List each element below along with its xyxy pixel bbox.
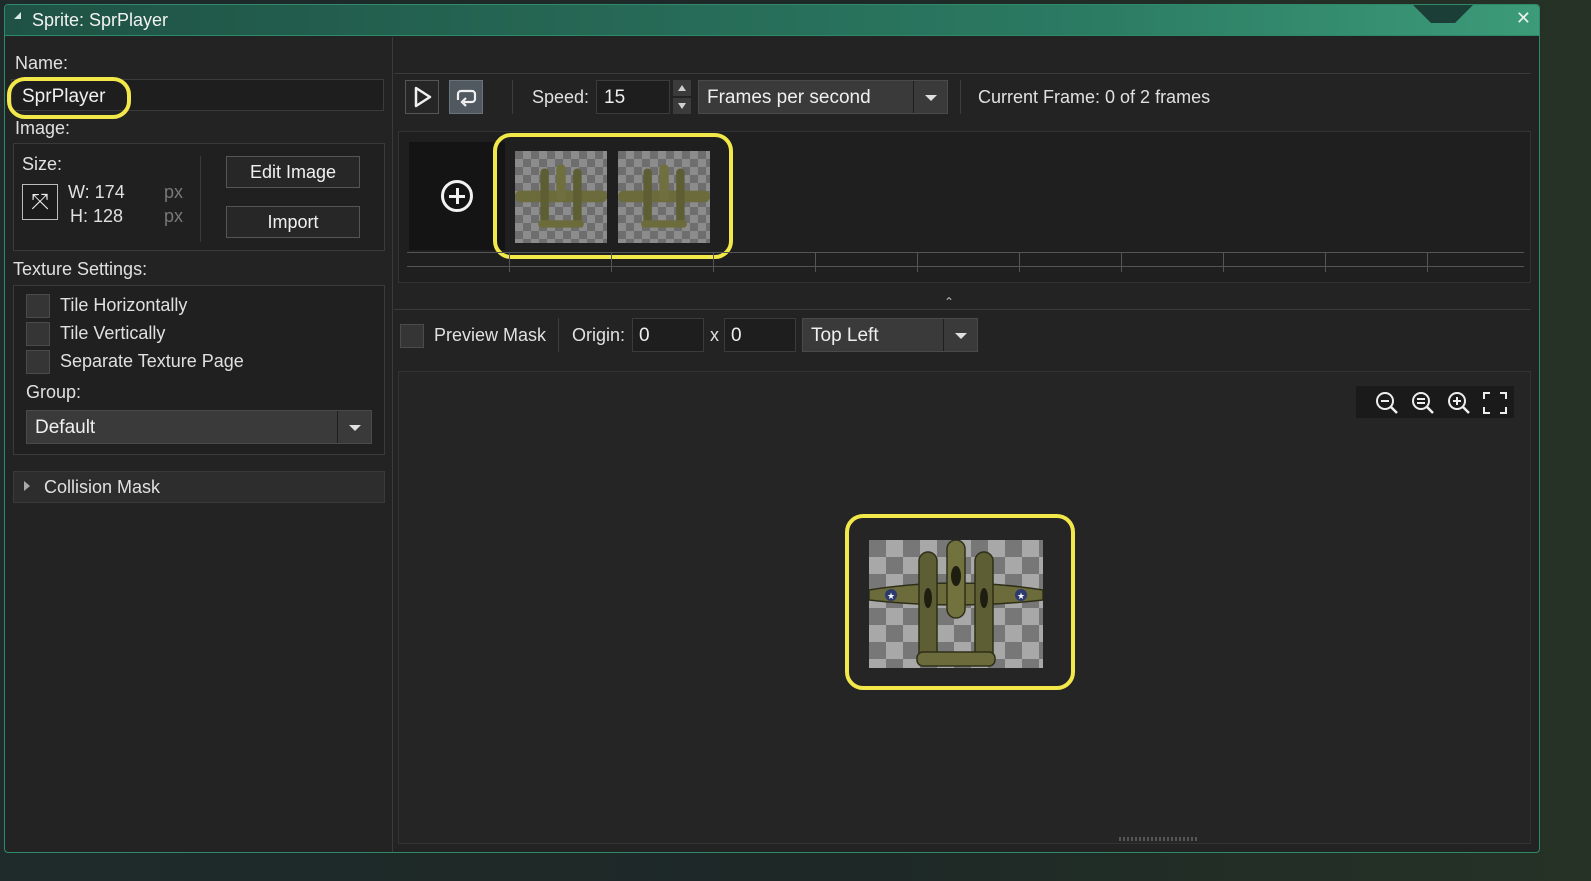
playback-toolbar: Speed: 15 Frames per second Current Fram… bbox=[394, 73, 1531, 121]
origin-x-input[interactable]: 0 bbox=[632, 318, 704, 352]
origin-anchor-select[interactable]: Top Left bbox=[802, 318, 978, 352]
preview-mask-checkbox[interactable] bbox=[400, 324, 424, 348]
timeline-tick bbox=[815, 252, 816, 272]
zoom-in-icon bbox=[1448, 392, 1470, 414]
arrow-up-icon bbox=[678, 85, 686, 91]
timeline-tick bbox=[509, 252, 510, 272]
sprite-editor-window: Sprite: SprPlayer ✕ Name: SprPlayer Imag… bbox=[4, 4, 1540, 853]
image-label: Image: bbox=[15, 118, 71, 138]
tile-horizontally-label: Tile Horizontally bbox=[60, 295, 188, 315]
texture-settings-section: Tile Horizontally Tile Vertically Separa… bbox=[13, 285, 385, 455]
collision-mask-label: Collision Mask bbox=[44, 477, 161, 497]
zoom-reset-button[interactable] bbox=[1408, 389, 1438, 417]
group-select[interactable]: Default bbox=[26, 410, 372, 444]
collision-mask-expander[interactable]: Collision Mask bbox=[13, 471, 385, 503]
chevron-down-icon[interactable] bbox=[337, 411, 371, 443]
sprite-canvas[interactable]: ★ ★ bbox=[398, 371, 1531, 844]
timeline-tick bbox=[1427, 252, 1428, 272]
separate-texture-page-checkbox[interactable] bbox=[26, 350, 50, 374]
expand-arrow-icon[interactable] bbox=[24, 481, 30, 491]
name-label: Name: bbox=[15, 53, 69, 73]
height-unit: px bbox=[164, 206, 184, 226]
collapse-up-icon[interactable]: ⌃ bbox=[944, 295, 954, 309]
import-button[interactable]: Import bbox=[226, 206, 360, 238]
edit-image-button[interactable]: Edit Image bbox=[226, 156, 360, 188]
width-value: W: 174 bbox=[68, 182, 125, 202]
titlebar-notch bbox=[1413, 5, 1473, 23]
add-frame-button[interactable] bbox=[409, 142, 505, 250]
window-title: Sprite: SprPlayer bbox=[32, 10, 169, 30]
toolbar-divider bbox=[512, 80, 513, 114]
timeline-tick bbox=[917, 252, 918, 272]
tile-vertically-checkbox[interactable] bbox=[26, 322, 50, 346]
name-highlight bbox=[7, 77, 131, 119]
add-circle-icon bbox=[441, 180, 473, 212]
properties-panel: Name: SprPlayer Image: Size: ⤧ W: 174 H:… bbox=[5, 37, 393, 852]
preview-highlight bbox=[845, 514, 1075, 690]
origin-label: Origin: bbox=[572, 325, 626, 345]
speed-mode-select[interactable]: Frames per second bbox=[698, 80, 948, 114]
timeline-tick bbox=[1223, 252, 1224, 272]
play-button[interactable] bbox=[405, 80, 439, 114]
preview-mask-label: Preview Mask bbox=[434, 325, 547, 345]
timeline-tick bbox=[1325, 252, 1326, 272]
origin-anchor-value: Top Left bbox=[811, 325, 879, 346]
timeline-line bbox=[407, 252, 1524, 253]
resize-icon[interactable]: ⤧ bbox=[22, 184, 58, 220]
zoom-toolbar bbox=[1356, 386, 1514, 418]
group-label: Group: bbox=[26, 382, 82, 402]
origin-y-input[interactable]: 0 bbox=[724, 318, 796, 352]
texture-settings-label: Texture Settings: bbox=[13, 259, 148, 279]
fullscreen-icon bbox=[1483, 392, 1507, 414]
zoom-out-icon bbox=[1376, 392, 1398, 414]
timeline-tick bbox=[1121, 252, 1122, 272]
zoom-in-button[interactable] bbox=[1444, 389, 1474, 417]
tile-vertically-label: Tile Vertically bbox=[60, 323, 166, 343]
image-section: Size: ⤧ W: 174 H: 128 px px Edit Image I… bbox=[13, 143, 385, 251]
timeline-line bbox=[407, 266, 1524, 267]
loop-icon bbox=[456, 89, 477, 107]
title-bar[interactable]: Sprite: SprPlayer ✕ bbox=[5, 5, 1539, 36]
resize-handle[interactable] bbox=[1119, 837, 1199, 841]
toolbar-divider bbox=[960, 80, 961, 114]
frames-highlight bbox=[493, 133, 733, 259]
tile-horizontally-checkbox[interactable] bbox=[26, 294, 50, 318]
timeline-tick bbox=[611, 252, 612, 272]
group-value: Default bbox=[35, 417, 96, 438]
divider bbox=[200, 156, 201, 242]
sprite-preview-panel: Speed: 15 Frames per second Current Fram… bbox=[394, 37, 1539, 852]
timeline-tick bbox=[1019, 252, 1020, 272]
close-icon[interactable]: ✕ bbox=[1516, 8, 1531, 29]
arrow-down-icon bbox=[678, 103, 686, 109]
width-unit: px bbox=[164, 182, 184, 202]
zoom-reset-icon bbox=[1412, 392, 1434, 414]
frame-strip bbox=[398, 131, 1531, 283]
origin-toolbar: Preview Mask Origin: 0 x 0 Top Left bbox=[394, 309, 1531, 361]
zoom-out-button[interactable] bbox=[1372, 389, 1402, 417]
timeline-tick bbox=[713, 252, 714, 272]
size-label: Size: bbox=[22, 154, 63, 174]
chevron-down-icon[interactable] bbox=[943, 319, 977, 351]
speed-input[interactable]: 15 bbox=[596, 80, 670, 114]
play-icon bbox=[414, 86, 432, 108]
origin-x-separator: x bbox=[710, 325, 719, 345]
speed-mode-value: Frames per second bbox=[707, 87, 871, 108]
collapse-grip-icon[interactable] bbox=[14, 12, 21, 19]
speed-up-button[interactable] bbox=[673, 80, 691, 96]
speed-label: Speed: bbox=[532, 87, 590, 107]
separate-texture-page-label: Separate Texture Page bbox=[60, 351, 244, 371]
speed-down-button[interactable] bbox=[673, 98, 691, 114]
fit-to-screen-button[interactable] bbox=[1480, 389, 1510, 417]
toolbar-divider bbox=[558, 318, 559, 352]
loop-button[interactable] bbox=[449, 80, 483, 114]
current-frame-text: Current Frame: 0 of 2 frames bbox=[978, 87, 1211, 107]
height-value: H: 128 bbox=[70, 206, 124, 226]
chevron-down-icon[interactable] bbox=[913, 81, 947, 113]
frame-timeline[interactable] bbox=[407, 252, 1524, 276]
